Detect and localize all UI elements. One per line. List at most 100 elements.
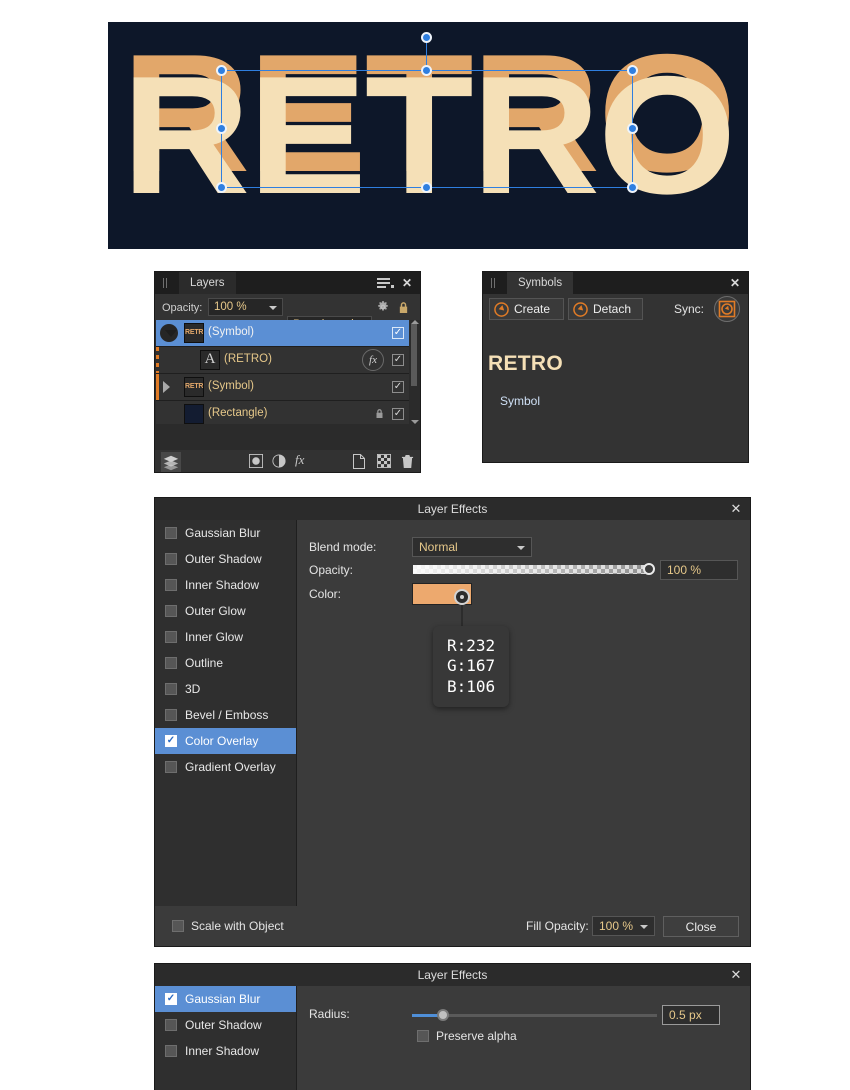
list-item[interactable]: Outer Shadow (155, 546, 296, 572)
symbols-list[interactable]: RETRO Symbol (483, 324, 748, 462)
list-item[interactable]: Inner Shadow (155, 572, 296, 598)
effect-opacity-slider-knob[interactable] (643, 563, 655, 575)
tab-layers[interactable]: Layers (179, 272, 236, 294)
fx-icon[interactable]: fx (295, 452, 304, 468)
detach-symbol-icon (573, 302, 588, 317)
table-row[interactable]: RETRO (Symbol) ✓ (156, 374, 410, 401)
handle-bottom-left[interactable] (216, 182, 227, 193)
handle-middle-right[interactable] (627, 123, 638, 134)
rotate-handle[interactable] (421, 32, 432, 43)
panel-grip-icon[interactable] (491, 278, 497, 288)
effect-enable-checkbox[interactable] (165, 579, 177, 591)
table-row[interactable]: RETRO (Symbol) ✓ (156, 320, 410, 347)
list-item[interactable]: Inner Shadow (155, 1038, 296, 1064)
effect-opacity-value-field[interactable]: 100 % (660, 560, 738, 580)
layers-close-icon[interactable]: ✕ (400, 276, 414, 290)
tab-symbols[interactable]: Symbols (507, 272, 574, 294)
symbols-close-icon[interactable]: ✕ (728, 276, 742, 290)
list-item[interactable]: Inner Glow (155, 624, 296, 650)
effect-label: Outline (185, 656, 224, 670)
handle-top-right[interactable] (627, 65, 638, 76)
layer-name-label[interactable]: (RETRO) (224, 353, 272, 365)
lock-icon[interactable] (375, 408, 384, 419)
effect-enable-checkbox[interactable]: ✓ (165, 735, 177, 747)
color-picker-eyedropper-icon[interactable] (454, 589, 470, 605)
close-button[interactable]: Close (663, 916, 739, 937)
layers-scrollbar[interactable] (409, 320, 419, 424)
layers-stack-icon[interactable] (161, 452, 181, 472)
panel-menu-icon[interactable] (377, 278, 390, 288)
list-item[interactable]: Outline (155, 650, 296, 676)
effects-list[interactable]: Gaussian Blur Outer Shadow Inner Shadow Out… (155, 520, 297, 906)
detach-symbol-button[interactable]: Detach (568, 298, 643, 320)
effect-opacity-slider-track[interactable] (412, 564, 652, 575)
list-item[interactable]: Bevel / Emboss (155, 702, 296, 728)
effect-enable-checkbox[interactable] (165, 1019, 177, 1031)
list-item[interactable]: Outer Glow (155, 598, 296, 624)
handle-top-center[interactable] (421, 65, 432, 76)
effect-enable-checkbox[interactable]: ✓ (165, 993, 177, 1005)
effect-enable-checkbox[interactable] (165, 683, 177, 695)
layer-name-label[interactable]: (Symbol) (208, 380, 254, 392)
list-item[interactable]: 3D (155, 676, 296, 702)
effect-enable-checkbox[interactable] (165, 761, 177, 773)
sync-label: Sync: (673, 302, 704, 316)
list-item[interactable]: Outer Shadow (155, 1012, 296, 1038)
preserve-alpha-checkbox[interactable] (417, 1030, 429, 1042)
handle-top-left[interactable] (216, 65, 227, 76)
panel-grip-icon[interactable] (163, 278, 169, 288)
layer-visibility-checkbox[interactable]: ✓ (392, 354, 404, 366)
chevron-right-icon[interactable] (163, 381, 170, 393)
fill-opacity-select[interactable]: 100 % (592, 916, 655, 936)
table-row[interactable]: (Rectangle) ✓ (156, 401, 410, 424)
layers-scroll-thumb[interactable] (411, 324, 417, 386)
fx-icon[interactable]: fx (362, 349, 384, 371)
effect-enable-checkbox[interactable] (165, 1045, 177, 1057)
blur-effects-list[interactable]: ✓ Gaussian Blur Outer Shadow Inner Shadow (155, 986, 297, 1090)
handle-bottom-right[interactable] (627, 182, 638, 193)
layer-visibility-checkbox[interactable]: ✓ (392, 408, 404, 420)
radius-slider-knob[interactable] (437, 1009, 449, 1021)
handle-middle-left[interactable] (216, 123, 227, 134)
table-row[interactable]: A (RETRO) fx ✓ (156, 347, 410, 374)
blur-dialog-close-icon[interactable]: ✕ (728, 967, 744, 983)
new-layer-icon[interactable] (353, 454, 365, 469)
scroll-down-arrow-icon[interactable] (411, 420, 419, 424)
handle-bottom-center[interactable] (421, 182, 432, 193)
symbol-name-label[interactable]: Symbol (500, 394, 540, 408)
layer-opacity-combo[interactable]: 100 % (208, 298, 283, 316)
create-symbol-button[interactable]: Create (489, 298, 564, 320)
delete-icon[interactable] (401, 454, 414, 469)
effect-enable-checkbox[interactable] (165, 631, 177, 643)
symbols-toolbar: Create Detach Sync: (483, 294, 748, 324)
effect-enable-checkbox[interactable] (165, 657, 177, 669)
mask-icon[interactable] (249, 454, 263, 468)
list-item[interactable]: Gradient Overlay (155, 754, 296, 780)
effect-enable-checkbox[interactable] (165, 709, 177, 721)
effect-enable-checkbox[interactable] (165, 527, 177, 539)
list-item[interactable]: ✓ Color Overlay (155, 728, 296, 754)
lock-icon[interactable] (398, 301, 409, 314)
scroll-up-arrow-icon[interactable] (411, 320, 419, 324)
chevron-down-icon[interactable] (165, 330, 177, 337)
effect-enable-checkbox[interactable] (165, 605, 177, 617)
selection-bounding-box[interactable] (216, 32, 638, 193)
gear-icon[interactable] (376, 300, 390, 314)
layer-visibility-checkbox[interactable]: ✓ (392, 381, 404, 393)
scale-with-object-checkbox[interactable] (172, 920, 184, 932)
layer-visibility-checkbox[interactable]: ✓ (392, 327, 404, 339)
check-icon: ✓ (166, 993, 176, 1004)
layer-name-label[interactable]: (Rectangle) (208, 407, 267, 419)
list-item[interactable]: Gaussian Blur (155, 520, 296, 546)
sync-toggle-button[interactable] (714, 296, 740, 322)
list-item[interactable]: ✓ Gaussian Blur (155, 986, 296, 1012)
adjustment-icon[interactable] (272, 454, 286, 468)
radius-value-field[interactable]: 0.5 px (662, 1005, 720, 1025)
checker-icon[interactable] (377, 454, 391, 468)
layer-effects-close-icon[interactable]: ✕ (728, 501, 744, 517)
layer-name-label[interactable]: (Symbol) (208, 326, 254, 338)
layer-list[interactable]: RETRO(Symbol)✓A(RETRO)fx✓RETRO(Symbol)✓(… (156, 320, 410, 424)
effect-blend-mode-select[interactable]: Normal (412, 537, 532, 557)
effect-enable-checkbox[interactable] (165, 553, 177, 565)
symbols-tabbar: Symbols ✕ (483, 272, 748, 294)
